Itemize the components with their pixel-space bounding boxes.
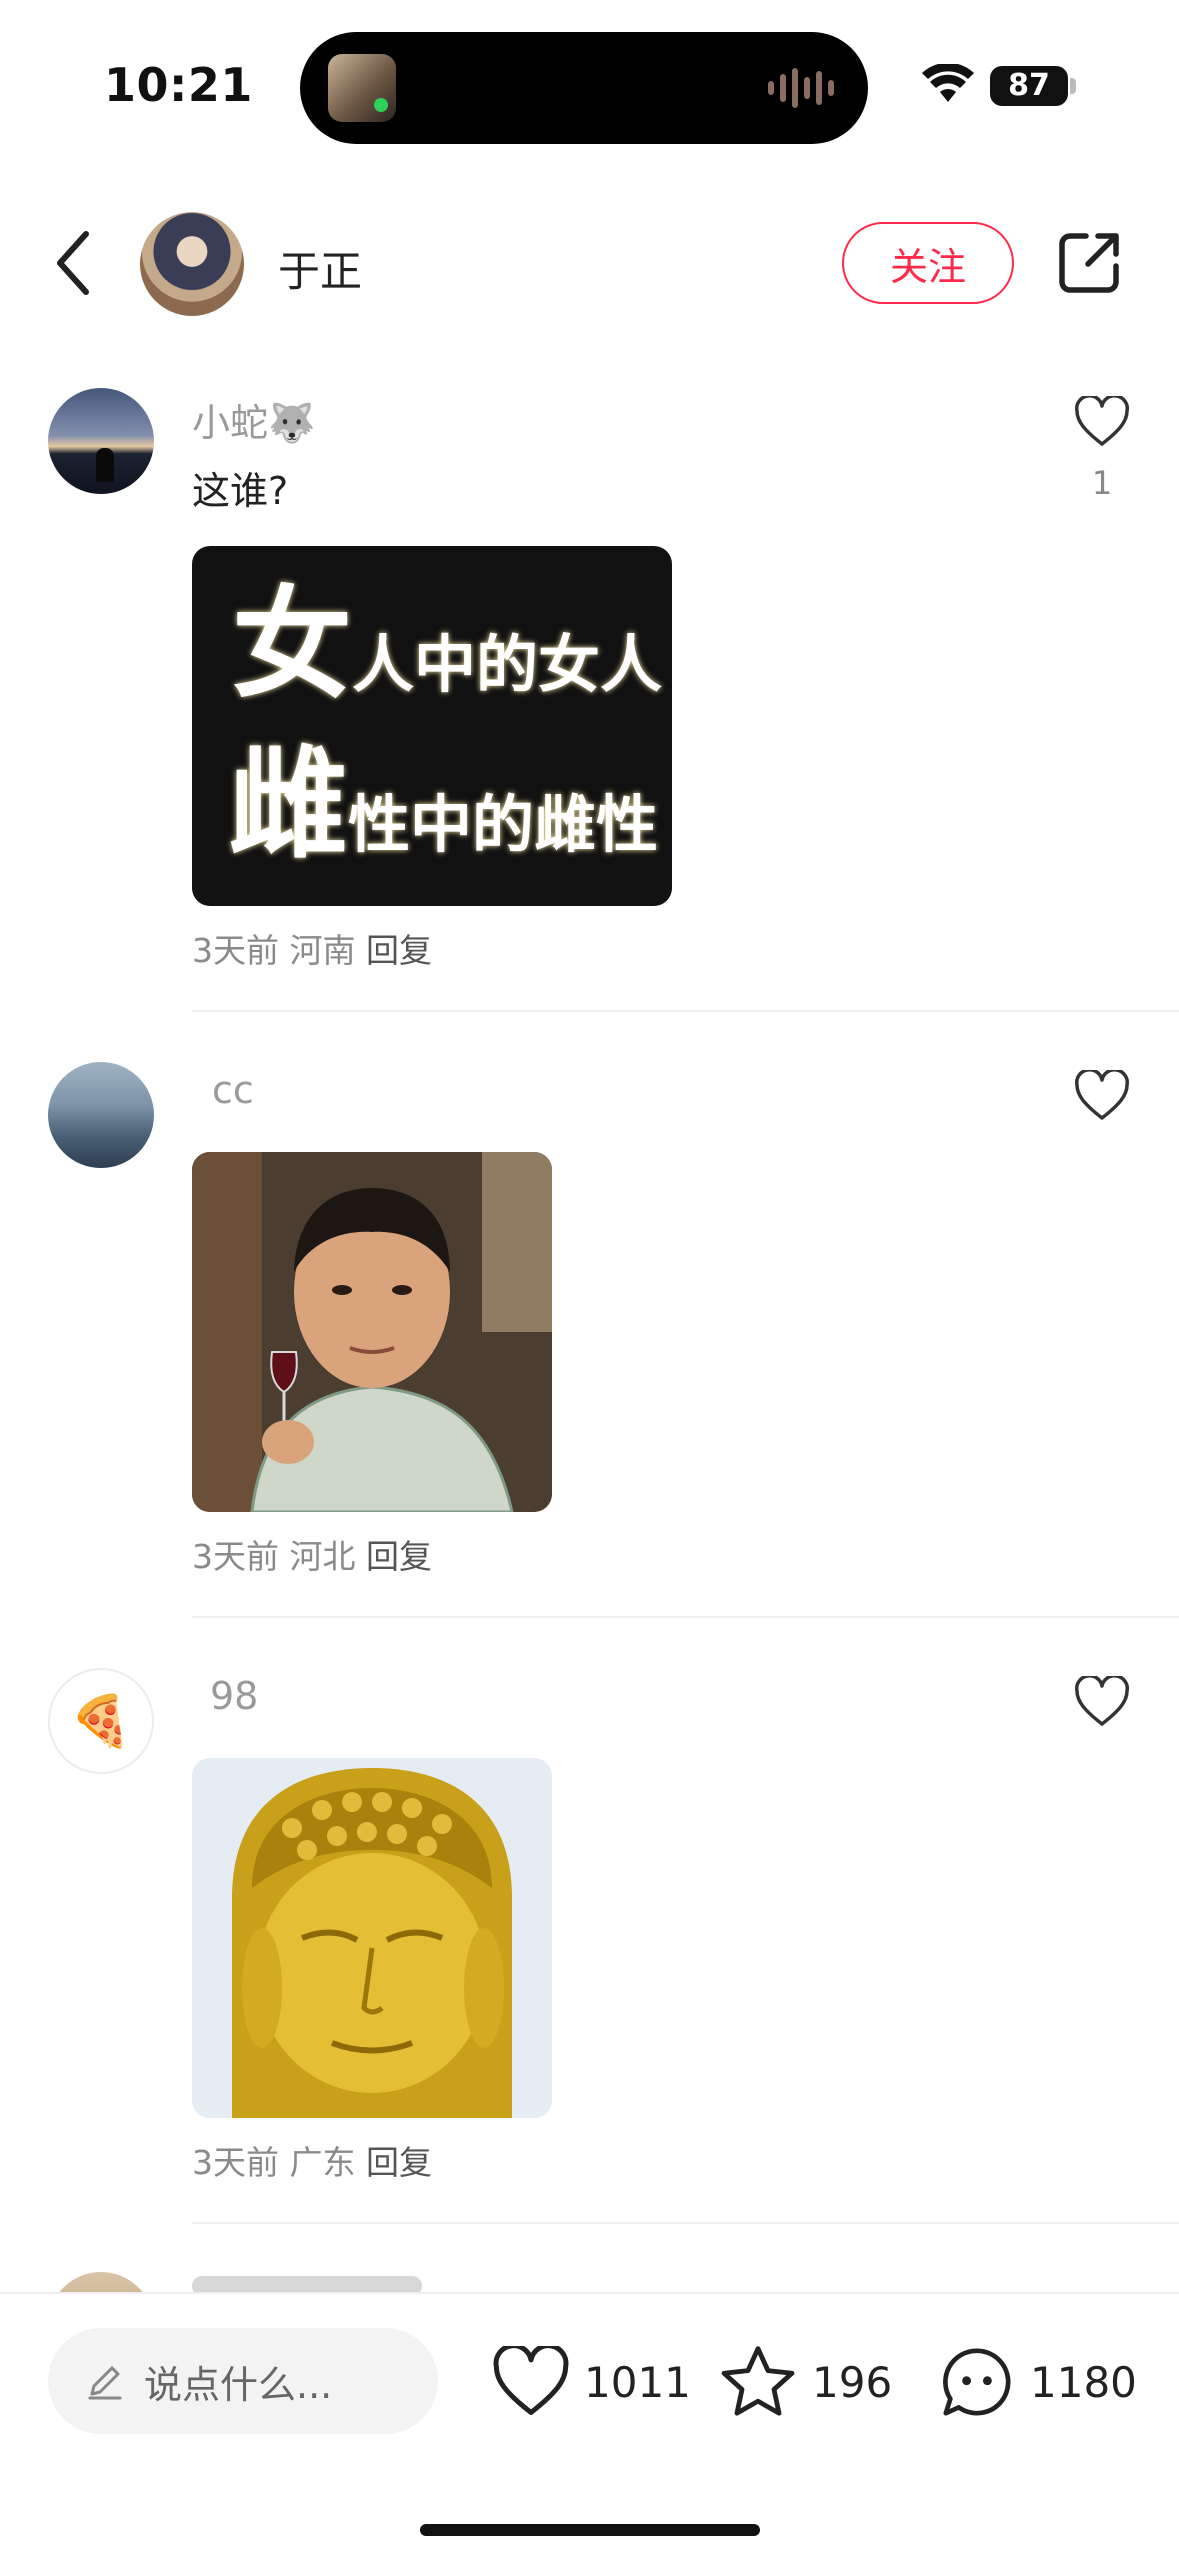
author-avatar[interactable]	[140, 212, 244, 316]
comment-time: 3天前	[192, 931, 279, 970]
reply-button[interactable]: 回复	[366, 2143, 432, 2182]
comment-bubble-icon	[943, 2348, 1011, 2416]
comment-input-placeholder: 说点什么...	[144, 2362, 333, 2407]
commenter-name[interactable]: 98	[210, 1674, 258, 1718]
favorite-button[interactable]: 196	[718, 2334, 892, 2430]
reply-button[interactable]: 回复	[366, 931, 432, 970]
image-text-small: 人中的女人	[352, 628, 663, 701]
author-name[interactable]: 于正	[278, 238, 362, 299]
dynamic-island[interactable]	[300, 32, 868, 144]
audio-waveform-icon	[768, 66, 838, 110]
comment-image[interactable]: 女 人中的女人 雌 性中的雌性	[192, 546, 672, 906]
status-time: 10:21	[104, 58, 253, 112]
back-icon[interactable]	[52, 228, 92, 298]
commenter-name[interactable]: 小蛇🐺	[192, 392, 315, 447]
comment-divider	[192, 1616, 1179, 1618]
comment-image[interactable]	[192, 1152, 552, 1512]
comment-location: 河北	[289, 1537, 356, 1576]
comment-location: 河南	[289, 931, 356, 970]
battery-level: 87	[1008, 68, 1050, 103]
pizza-emoji: 🍕	[69, 1691, 133, 1750]
home-indicator[interactable]	[420, 2524, 760, 2536]
comment-time: 3天前	[192, 1537, 279, 1576]
comment-location: 广东	[289, 2143, 356, 2182]
image-text-big: 雌	[228, 736, 348, 875]
comment-meta: 3天前 河北 回复	[192, 1530, 432, 1578]
image-text-big: 女	[232, 576, 352, 715]
reply-button[interactable]: 回复	[366, 1537, 432, 1576]
comment-image[interactable]	[192, 1758, 552, 2118]
comment-text[interactable]: 这谁?	[192, 460, 288, 515]
follow-button[interactable]: 关注	[842, 222, 1014, 304]
comment-time: 3天前	[192, 2143, 279, 2182]
wifi-icon	[922, 64, 974, 102]
comment-meta: 3天前 广东 回复	[192, 2136, 432, 2184]
favorite-count: 196	[812, 2357, 893, 2407]
man-with-wine-picture	[192, 1152, 552, 1512]
share-icon[interactable]	[1058, 230, 1122, 294]
commenter-avatar[interactable]: 🍕	[48, 1668, 154, 1774]
star-icon	[721, 2346, 795, 2416]
battery-icon: 87	[990, 66, 1068, 106]
like-button[interactable]: 1011	[492, 2334, 691, 2430]
commenter-avatar[interactable]	[48, 388, 154, 494]
like-count: 1011	[584, 2357, 691, 2407]
heart-icon	[493, 2346, 569, 2415]
bottom-action-bar: 说点什么... 1011 196 1180	[0, 2292, 1179, 2558]
comment-divider	[192, 2222, 1179, 2224]
comment-divider	[192, 1010, 1179, 1012]
commenter-avatar[interactable]	[48, 1062, 154, 1168]
commenter-name[interactable]: cc	[212, 1068, 254, 1112]
like-heart-icon[interactable]	[1074, 1676, 1130, 1728]
comment-meta: 3天前 河南 回复	[192, 924, 432, 972]
battery-cap	[1070, 78, 1076, 94]
comment-count: 1180	[1030, 2357, 1137, 2407]
like-heart-icon[interactable]	[1074, 1070, 1130, 1122]
comment-input[interactable]: 说点什么...	[48, 2328, 438, 2434]
pencil-icon	[88, 2366, 122, 2400]
like-heart-icon[interactable]	[1074, 396, 1130, 448]
now-playing-thumbnail	[328, 54, 396, 122]
image-text-small: 性中的雌性	[348, 788, 659, 861]
comment-button[interactable]: 1180	[938, 2334, 1137, 2430]
golden-buddha-picture	[192, 1758, 552, 2118]
comment-like-count: 1	[1091, 464, 1113, 502]
